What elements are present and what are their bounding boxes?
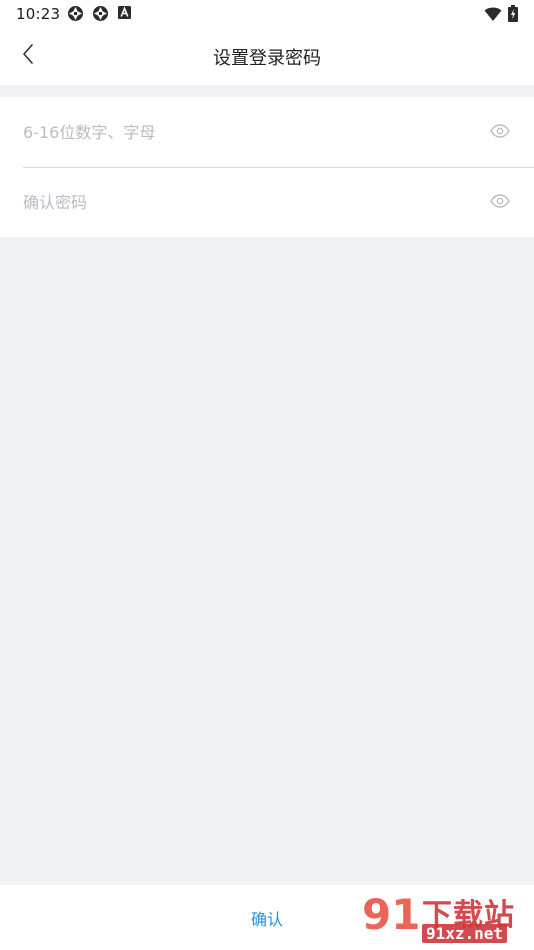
password-visibility-toggle[interactable]	[488, 120, 512, 144]
confirm-password-input[interactable]	[23, 192, 488, 212]
watermark-logo: 91 下载站 91xz.net	[360, 888, 530, 948]
status-bar: 10:23	[0, 0, 534, 28]
watermark-number: 91	[362, 890, 421, 939]
eye-icon	[490, 193, 510, 212]
password-form	[0, 97, 534, 237]
aperture-icon	[67, 5, 84, 26]
status-icons-right	[484, 5, 518, 26]
confirm-password-row	[23, 167, 534, 237]
password-row	[23, 97, 534, 168]
password-input[interactable]	[23, 122, 488, 142]
app-header: 设置登录密码	[0, 28, 534, 85]
wifi-icon	[484, 6, 502, 26]
confirm-visibility-toggle[interactable]	[488, 190, 512, 214]
status-icons-left	[67, 5, 132, 26]
battery-charging-icon	[508, 5, 518, 26]
page-title: 设置登录密码	[213, 48, 321, 69]
status-time: 10:23	[16, 5, 61, 23]
eye-icon	[490, 123, 510, 142]
a-box-icon	[117, 5, 132, 26]
watermark-url: 91xz.net	[422, 924, 508, 943]
aperture-icon	[92, 5, 109, 26]
